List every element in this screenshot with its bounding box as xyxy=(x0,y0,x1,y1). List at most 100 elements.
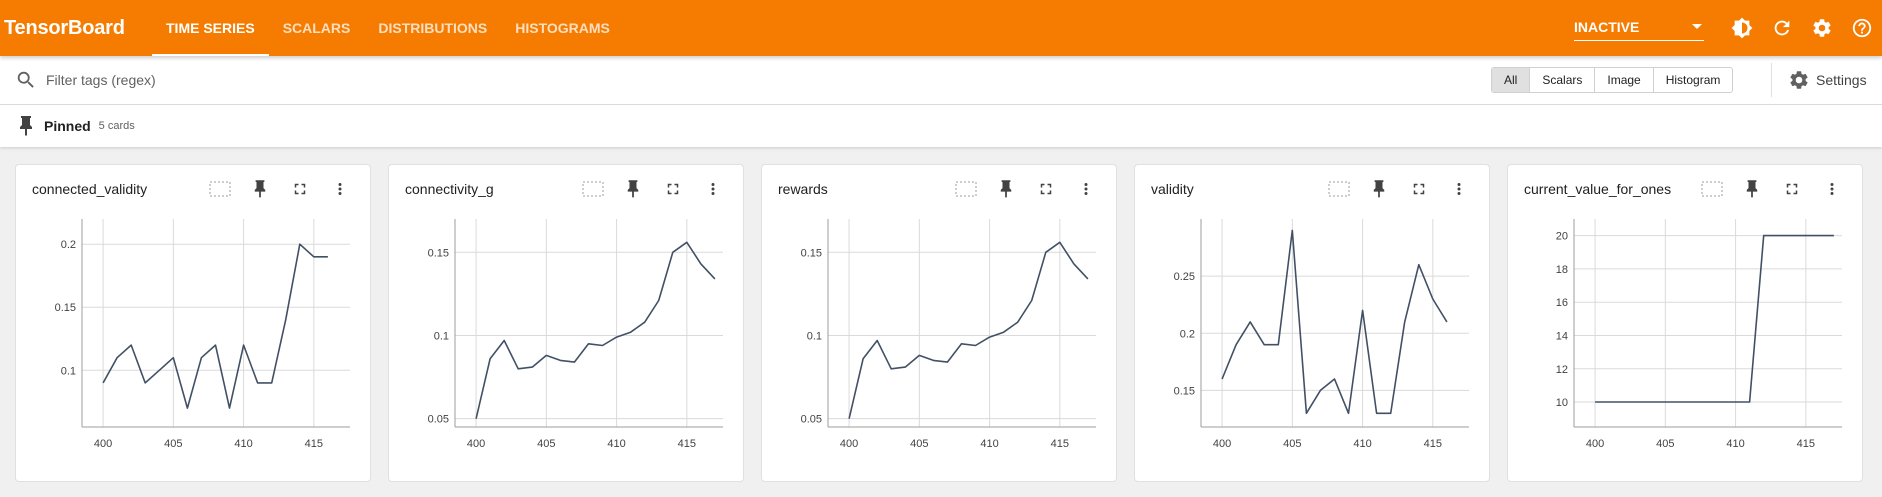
x-tick-label: 405 xyxy=(910,438,928,450)
refresh-icon xyxy=(1774,20,1790,36)
series-line xyxy=(475,241,716,419)
pin-card-button[interactable] xyxy=(240,179,280,203)
pin-card-button[interactable] xyxy=(613,179,653,203)
y-tick-label: 0.05 xyxy=(428,414,449,426)
help-button[interactable] xyxy=(1842,8,1882,48)
tab-scalars[interactable]: SCALARS xyxy=(269,0,365,56)
toggle-image-button[interactable] xyxy=(200,179,240,203)
fullscreen-button[interactable] xyxy=(1399,179,1439,203)
series-line xyxy=(1221,229,1448,415)
x-tick-label: 400 xyxy=(1213,438,1231,450)
app-title: TensorBoard xyxy=(4,16,125,39)
pin-icon xyxy=(999,179,1013,203)
dashboard-select-value: INACTIVE xyxy=(1574,18,1640,35)
pin-icon xyxy=(1745,179,1759,203)
fullscreen-icon xyxy=(1783,180,1801,203)
dashboard-tabs: TIME SERIES SCALARS DISTRIBUTIONS HISTOG… xyxy=(152,0,624,56)
chart-card: validity 0.15 0.2 0.25 400 405 410 415 xyxy=(1134,164,1490,482)
chart-card: connectivity_g 0.05 0.1 0.15 400 405 410 415 xyxy=(388,164,744,482)
y-tick-label: 0.15 xyxy=(801,247,822,259)
y-tick-label: 0.15 xyxy=(55,302,76,314)
y-tick-label: 14 xyxy=(1556,330,1568,342)
toggle-image-button[interactable] xyxy=(1319,179,1359,203)
more-vert-icon xyxy=(331,180,349,203)
series-line xyxy=(848,241,1089,419)
gear-icon xyxy=(1813,19,1831,37)
filter-type-histogram[interactable]: Histogram xyxy=(1653,68,1733,92)
tab-time-series[interactable]: TIME SERIES xyxy=(152,0,269,56)
x-tick-label: 405 xyxy=(537,438,555,450)
line-chart: 0.15 0.2 0.25 400 405 410 415 xyxy=(1174,219,1469,450)
card-actions xyxy=(1692,179,1852,203)
image-toggle-icon xyxy=(1701,181,1723,202)
more-vert-icon xyxy=(704,180,722,203)
pin-card-button[interactable] xyxy=(1732,179,1772,203)
y-tick-label: 0.05 xyxy=(801,414,822,426)
settings-panel-button[interactable]: Settings xyxy=(1771,63,1867,97)
x-tick-label: 410 xyxy=(1353,438,1371,450)
toggle-image-button[interactable] xyxy=(946,179,986,203)
pin-card-button[interactable] xyxy=(986,179,1026,203)
x-tick-label: 410 xyxy=(980,438,998,450)
fullscreen-button[interactable] xyxy=(1026,179,1066,203)
fullscreen-icon xyxy=(664,180,682,203)
line-chart: 10 12 14 16 18 20 400 405 410 415 xyxy=(1556,219,1842,450)
y-tick-label: 0.2 xyxy=(61,239,76,251)
image-toggle-icon xyxy=(955,181,977,202)
x-tick-label: 410 xyxy=(234,438,252,450)
y-tick-label: 0.1 xyxy=(807,330,822,342)
card-type-filter: All Scalars Image Histogram xyxy=(1491,67,1734,93)
y-tick-label: 0.25 xyxy=(1174,271,1195,283)
toggle-image-button[interactable] xyxy=(1692,179,1732,203)
card-menu-button[interactable] xyxy=(693,179,733,203)
pin-card-button[interactable] xyxy=(1359,179,1399,203)
x-tick-label: 400 xyxy=(1586,438,1604,450)
toggle-image-button[interactable] xyxy=(573,179,613,203)
brightness-icon xyxy=(1731,17,1753,39)
card-actions xyxy=(1319,179,1479,203)
x-tick-label: 415 xyxy=(1797,438,1815,450)
more-vert-icon xyxy=(1823,180,1841,203)
more-vert-icon xyxy=(1077,180,1095,203)
x-tick-label: 405 xyxy=(1656,438,1674,450)
fullscreen-button[interactable] xyxy=(280,179,320,203)
tab-distributions[interactable]: DISTRIBUTIONS xyxy=(364,0,501,56)
filter-type-scalars[interactable]: Scalars xyxy=(1530,68,1596,92)
y-tick-label: 0.15 xyxy=(1174,385,1195,397)
y-tick-label: 18 xyxy=(1556,264,1568,276)
dashboard-select[interactable]: INACTIVE xyxy=(1574,15,1704,41)
chart-card: current_value_for_ones 10 12 14 16 18 20 400 405… xyxy=(1507,164,1863,482)
line-chart: 0.1 0.15 0.2 400 405 410 415 xyxy=(55,219,350,450)
image-toggle-icon xyxy=(209,181,231,202)
settings-button[interactable] xyxy=(1802,8,1842,48)
x-tick-label: 415 xyxy=(305,438,323,450)
y-tick-label: 12 xyxy=(1556,364,1568,376)
gear-icon xyxy=(1790,71,1808,89)
filter-bar: All Scalars Image Histogram Settings xyxy=(0,56,1882,105)
y-tick-label: 0.1 xyxy=(434,330,449,342)
card-menu-button[interactable] xyxy=(1066,179,1106,203)
fullscreen-button[interactable] xyxy=(1772,179,1812,203)
dark-mode-toggle[interactable] xyxy=(1722,8,1762,48)
tag-filter-input[interactable] xyxy=(46,72,446,88)
reload-button[interactable] xyxy=(1762,8,1802,48)
image-toggle-icon xyxy=(582,181,604,202)
image-toggle-icon xyxy=(1328,181,1350,202)
card-actions xyxy=(573,179,733,203)
card-menu-button[interactable] xyxy=(320,179,360,203)
card-actions xyxy=(200,179,360,203)
x-tick-label: 400 xyxy=(840,438,858,450)
filter-type-image[interactable]: Image xyxy=(1595,68,1654,92)
x-tick-label: 400 xyxy=(94,438,112,450)
tab-histograms[interactable]: HISTOGRAMS xyxy=(501,0,624,56)
card-menu-button[interactable] xyxy=(1439,179,1479,203)
x-tick-label: 410 xyxy=(1726,438,1744,450)
y-tick-label: 0.1 xyxy=(61,365,76,377)
chevron-down-icon xyxy=(1692,24,1702,29)
fullscreen-button[interactable] xyxy=(653,179,693,203)
fullscreen-icon xyxy=(1410,180,1428,203)
fullscreen-icon xyxy=(1037,180,1055,203)
card-menu-button[interactable] xyxy=(1812,179,1852,203)
filter-type-all[interactable]: All xyxy=(1492,68,1531,92)
pinned-card-count: 5 cards xyxy=(98,120,135,132)
